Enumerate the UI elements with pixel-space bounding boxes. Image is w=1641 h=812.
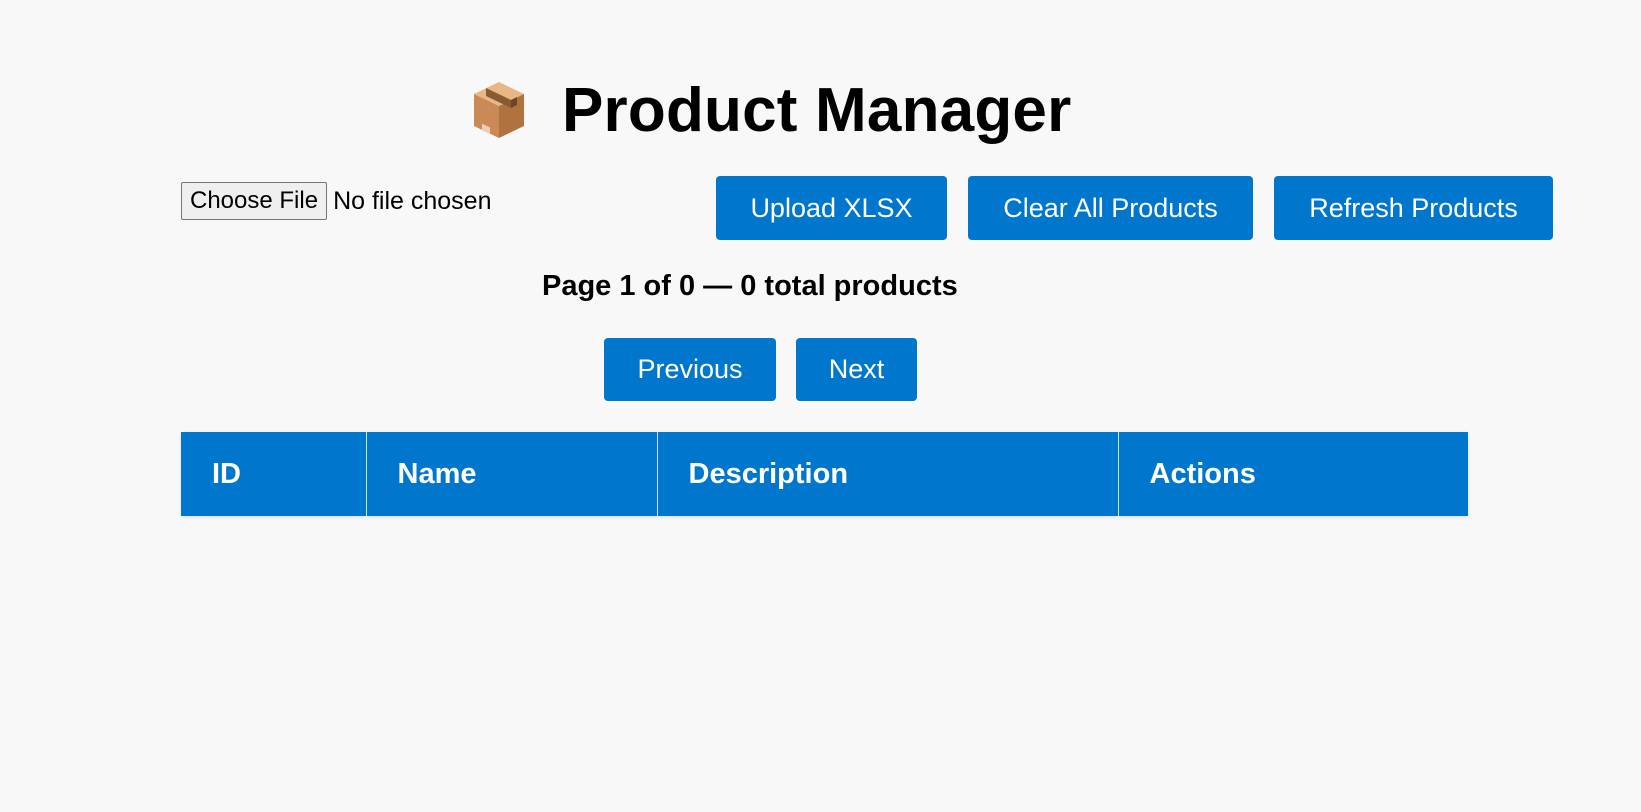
products-table: ID Name Description Actions xyxy=(181,432,1468,516)
refresh-products-button[interactable]: Refresh Products xyxy=(1274,176,1553,240)
column-header-name: Name xyxy=(366,432,658,516)
next-page-button[interactable]: Next xyxy=(796,338,917,401)
upload-xlsx-button[interactable]: Upload XLSX xyxy=(716,176,947,240)
product-manager-page: Product Manager Choose File No file chos… xyxy=(0,0,1641,812)
column-header-actions: Actions xyxy=(1118,432,1468,516)
file-picker[interactable]: Choose File No file chosen xyxy=(181,182,492,220)
file-status-text: No file chosen xyxy=(333,186,492,215)
package-box-icon xyxy=(470,78,528,142)
column-header-description: Description xyxy=(657,432,1119,516)
clear-all-products-button[interactable]: Clear All Products xyxy=(968,176,1253,240)
choose-file-button[interactable]: Choose File xyxy=(181,182,328,220)
page-title: Product Manager xyxy=(562,75,1072,145)
page-header: Product Manager xyxy=(470,70,1071,150)
pagination-info: Page 1 of 0 — 0 total products xyxy=(542,270,958,302)
column-header-id: ID xyxy=(181,432,367,516)
previous-page-button[interactable]: Previous xyxy=(604,338,776,401)
products-table-header: ID Name Description Actions xyxy=(181,432,1468,516)
table-header-row: ID Name Description Actions xyxy=(181,432,1468,516)
